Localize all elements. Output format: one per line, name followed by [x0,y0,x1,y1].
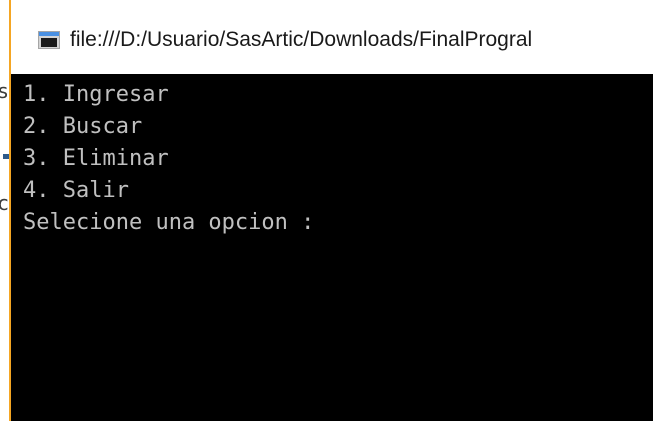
title-bar[interactable]: file:///D:/Usuario/SasArtic/Downloads/Fi… [11,0,653,74]
console-app-icon-screen [41,38,57,47]
console-app-icon-titlebar [39,32,59,36]
background-window-char: s [0,79,10,103]
menu-option-buscar: 2. Buscar [23,114,143,139]
menu-option-ingresar: 1. Ingresar [23,82,169,107]
background-window-edge: s c [0,0,9,421]
window-focus-border [9,0,11,421]
menu-option-salir: 4. Salir [23,178,129,203]
console-app-icon[interactable] [38,31,60,49]
input-prompt: Selecione una opcion : [23,210,315,235]
console-output[interactable]: 1. Ingresar 2. Buscar 3. Eliminar 4. Sal… [11,74,653,421]
menu-option-eliminar: 3. Eliminar [23,146,169,171]
window-title: file:///D:/Usuario/SasArtic/Downloads/Fi… [70,28,533,51]
background-window-char: c [0,191,10,215]
